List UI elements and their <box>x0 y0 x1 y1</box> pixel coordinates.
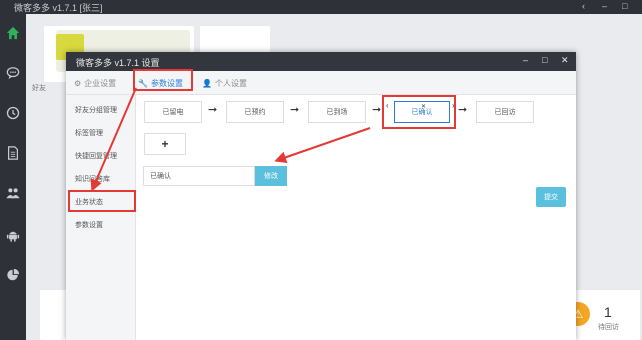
arrow-right-icon: ➞ <box>208 104 218 116</box>
tab-label: 企业设置 <box>84 78 117 88</box>
home-icon[interactable] <box>4 24 22 42</box>
document-icon[interactable] <box>4 144 22 162</box>
background-label: 好友 <box>32 85 46 92</box>
nav-item-friend-groups[interactable]: 好友分组管理 <box>75 105 117 115</box>
arrow-right-icon: ➞ <box>458 104 468 116</box>
clock-icon[interactable] <box>4 104 22 122</box>
nav-item-tags[interactable]: 标签管理 <box>75 128 103 138</box>
background-card <box>200 26 270 54</box>
app-title: 微客多多 v1.7.1 [张三] <box>14 3 103 13</box>
status-step-selected[interactable]: ✕ 已确认 <box>394 101 450 123</box>
chevron-right-icon[interactable]: › <box>452 101 455 110</box>
status-name-input[interactable] <box>143 166 255 186</box>
tab-label: 参数设置 <box>150 78 183 88</box>
app-title-bar: 微客多多 v1.7.1 [张三] ‹ – □ <box>0 0 642 14</box>
maximize-button[interactable]: □ <box>622 1 627 11</box>
android-icon[interactable] <box>4 226 22 244</box>
status-step-label: 已到场 <box>326 109 348 116</box>
arrow-right-icon: ➞ <box>372 104 382 116</box>
tab-company-settings[interactable]: ⚙ 企业设置 <box>74 75 116 91</box>
chevron-left-icon[interactable]: ‹ <box>386 101 389 110</box>
dialog-close-button[interactable]: ✕ <box>561 55 569 66</box>
user-icon: 👤 <box>202 78 212 88</box>
dialog-minimize-button[interactable]: – <box>523 55 528 65</box>
settings-nav: 好友分组管理 标签管理 快捷回复管理 知识问答库 业务状态 参数设置 <box>66 95 136 340</box>
dialog-title-bar: 微客多多 v1.7.1 设置 – □ ✕ <box>66 52 576 71</box>
minimize-button[interactable]: – <box>602 1 607 11</box>
users-icon[interactable] <box>4 184 22 202</box>
collapse-button[interactable]: ‹ <box>582 1 585 11</box>
tab-personal-settings[interactable]: 👤 个人设置 <box>202 75 247 91</box>
settings-tabs: ⚙ 企业设置 🔧 参数设置 👤 个人设置 <box>66 71 576 95</box>
status-step-label: 已回访 <box>494 109 516 116</box>
settings-dialog: 微客多多 v1.7.1 设置 – □ ✕ ⚙ 企业设置 🔧 参数设置 👤 个人设… <box>66 52 576 340</box>
pending-followup-label: 待回访 <box>598 324 619 331</box>
wrench-icon: 🔧 <box>138 78 148 88</box>
submit-button[interactable]: 提交 <box>536 187 566 207</box>
pending-followup-count: 1 <box>604 304 612 320</box>
nav-item-qa-library[interactable]: 知识问答库 <box>75 174 110 184</box>
status-step[interactable]: 已到场 <box>308 101 366 123</box>
app-sidebar <box>0 14 26 340</box>
status-step[interactable]: 已留电 <box>144 101 202 123</box>
tab-parameter-settings[interactable]: 🔧 参数设置 <box>138 75 183 91</box>
business-status-editor: 已留电 ➞ 已预约 ➞ 已到场 ➞ ✕ 已确认 ‹ › ➞ 已回访 + 修改 <box>136 95 576 340</box>
nav-item-business-status[interactable]: 业务状态 <box>75 197 103 207</box>
add-status-button[interactable]: + <box>144 133 186 155</box>
remove-step-icon[interactable]: ✕ <box>421 103 426 110</box>
nav-item-parameter-settings[interactable]: 参数设置 <box>75 220 103 230</box>
dialog-maximize-button[interactable]: □ <box>542 55 547 65</box>
arrow-right-icon: ➞ <box>290 104 300 116</box>
status-step-label: 已预约 <box>244 109 266 116</box>
status-step[interactable]: 已回访 <box>476 101 534 123</box>
nav-item-quick-replies[interactable]: 快捷回复管理 <box>75 151 117 161</box>
edit-status-button[interactable]: 修改 <box>255 166 287 186</box>
status-step[interactable]: 已预约 <box>226 101 284 123</box>
gear-icon: ⚙ <box>74 78 82 88</box>
status-step-label: 已留电 <box>162 109 184 116</box>
dialog-title: 微客多多 v1.7.1 设置 <box>76 58 160 68</box>
tab-label: 个人设置 <box>214 78 247 88</box>
chat-icon[interactable] <box>4 64 22 82</box>
pie-chart-icon[interactable] <box>4 266 22 284</box>
